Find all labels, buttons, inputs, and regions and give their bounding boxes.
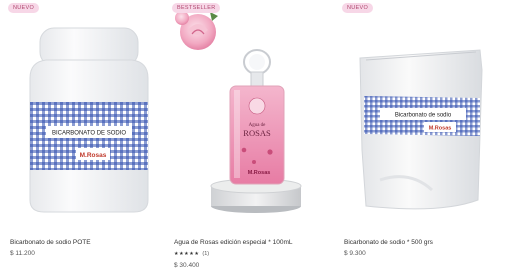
- product-title[interactable]: Bicarbonato de sodio * 500 grs: [344, 239, 433, 246]
- label-text: ROSAS: [243, 128, 271, 138]
- product-card[interactable]: BESTSELLER Agua de ROSAS M.Rosas Agua de…: [170, 0, 330, 270]
- product-price: $ 30.400: [174, 262, 200, 269]
- product-card[interactable]: NUEVO Bicarbonato de sodio M.Rosas Bicar…: [340, 0, 500, 270]
- product-price: $ 11.200: [10, 250, 35, 257]
- rating-count: (1): [202, 251, 210, 257]
- product-image[interactable]: Bicarbonato de sodio M.Rosas: [340, 0, 500, 225]
- product-title[interactable]: Bicarbonato de sodio POTE: [10, 239, 91, 246]
- product-image[interactable]: BICARBONATO DE SODIO M.Rosas: [6, 0, 166, 225]
- product-price: $ 9.300: [344, 250, 366, 257]
- product-card[interactable]: NUEVO BICARBONATO DE SODIO M.Rosas Bicar…: [6, 0, 166, 270]
- label-text: Bicarbonato de sodio: [395, 113, 452, 119]
- product-grid: NUEVO BICARBONATO DE SODIO M.Rosas Bicar…: [0, 0, 510, 270]
- rating: ★★★★★ (1): [174, 251, 209, 257]
- bestseller-badge: BESTSELLER: [172, 3, 221, 13]
- new-badge: NUEVO: [8, 3, 40, 13]
- brand-logo: M.Rosas: [80, 152, 107, 159]
- product-title[interactable]: Agua de Rosas edición especial * 100mL: [174, 239, 293, 246]
- product-image[interactable]: Agua de ROSAS M.Rosas: [170, 0, 330, 225]
- star-icon: ★★★★★: [174, 251, 200, 257]
- new-badge: NUEVO: [342, 3, 374, 13]
- brand-logo: M.Rosas: [248, 170, 271, 176]
- brand-logo: M.Rosas: [429, 126, 452, 132]
- label-text: BICARBONATO DE SODIO: [52, 131, 126, 137]
- rose-decoration: [175, 6, 218, 50]
